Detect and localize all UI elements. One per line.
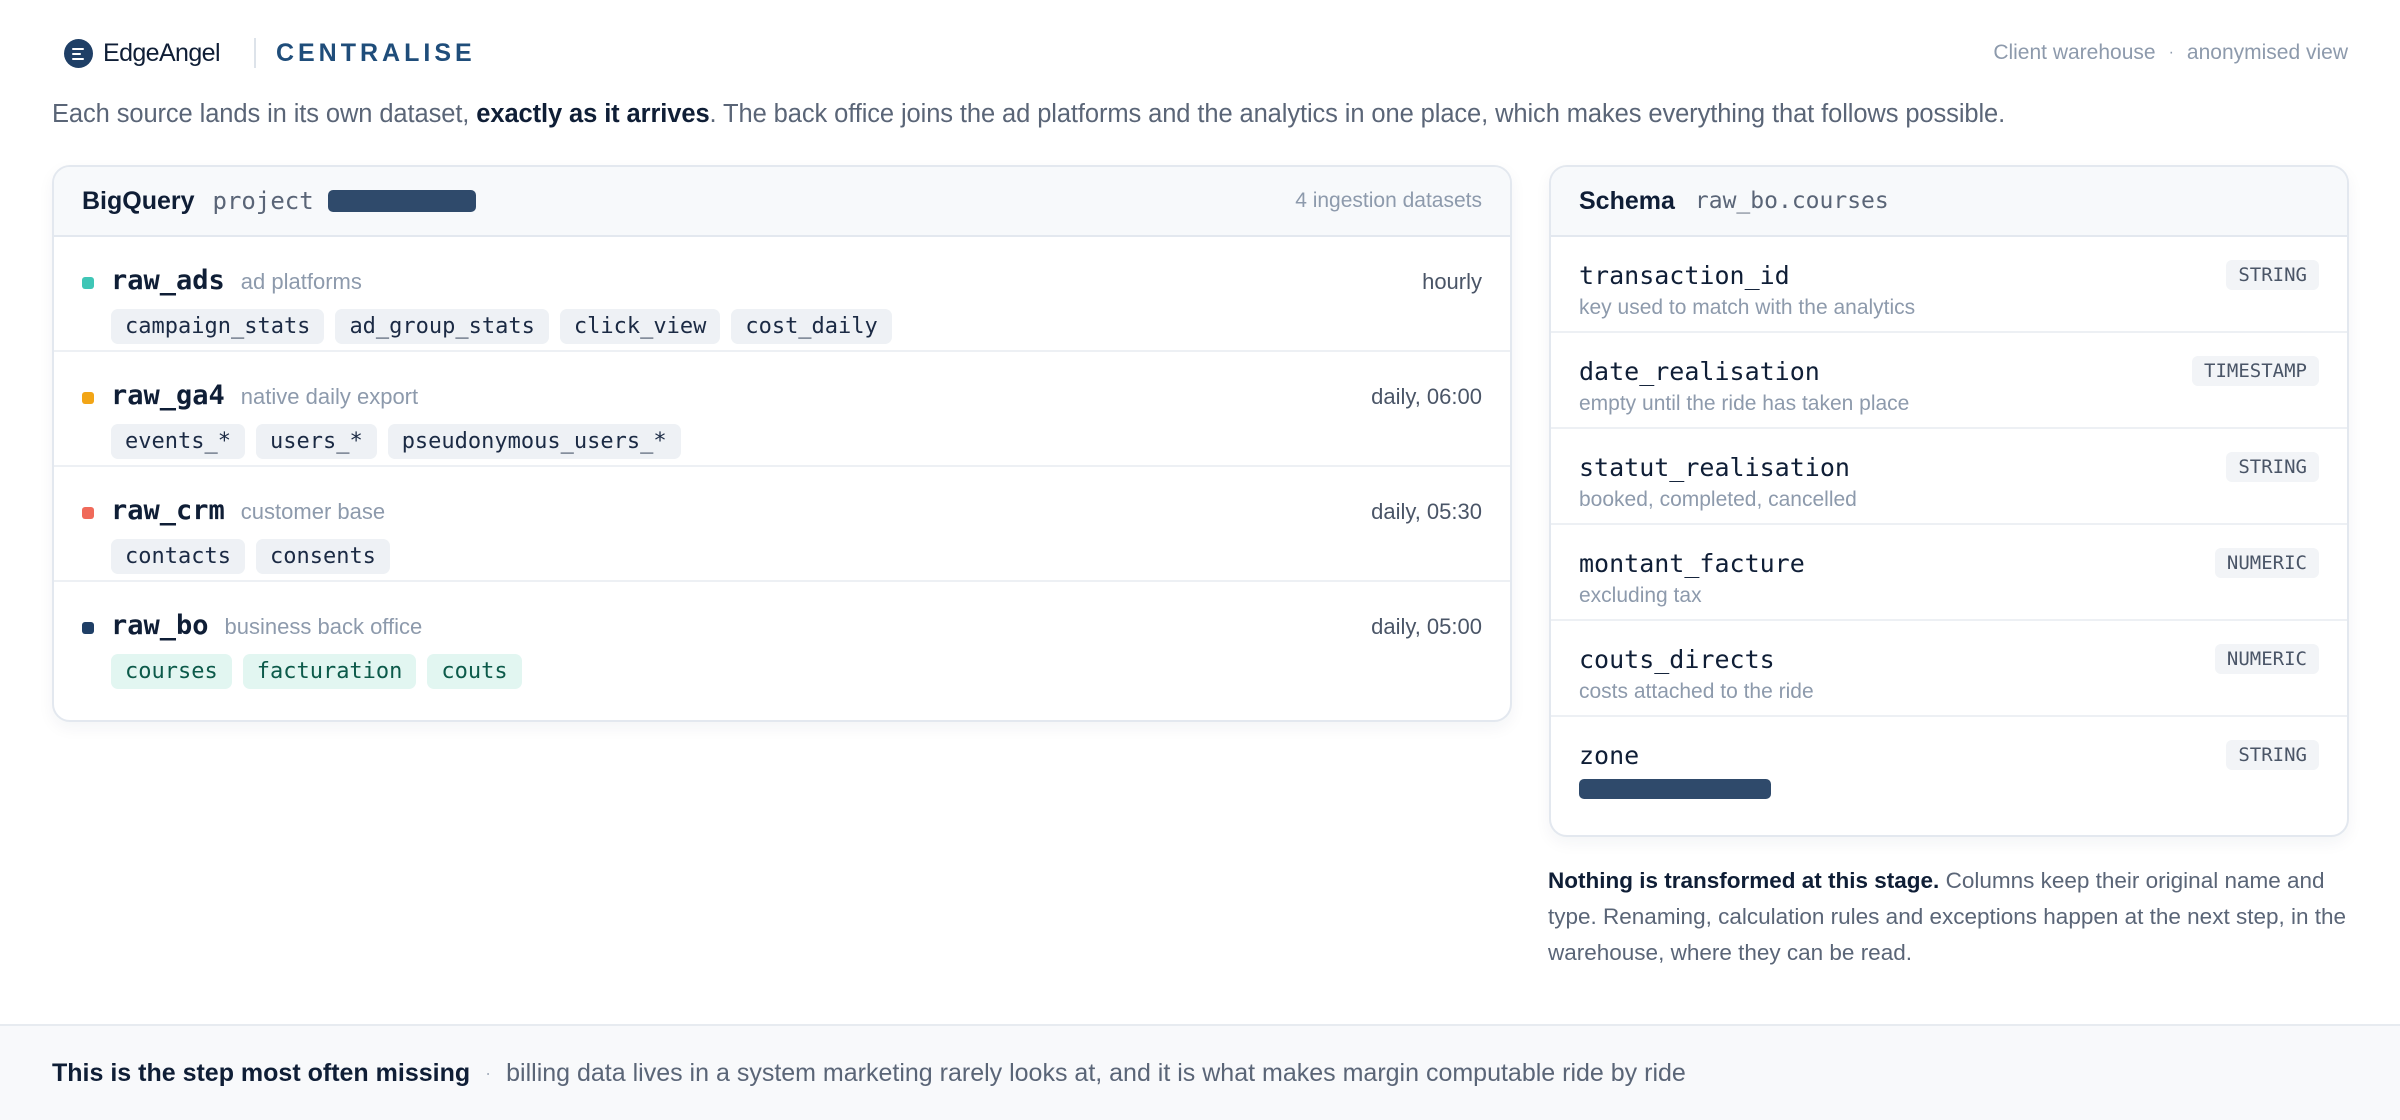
- view-label: anonymised view: [2186, 41, 2348, 64]
- dataset-name: raw_bo: [111, 610, 209, 641]
- project-id-redacted: [327, 190, 476, 212]
- table-chip[interactable]: courses: [111, 654, 232, 689]
- schema-card: Schema raw_bo.courses transaction_id STRI…: [1549, 165, 2349, 837]
- table-chip[interactable]: click_view: [559, 309, 721, 344]
- dataset-name: raw_crm: [111, 495, 225, 526]
- schema-table-path: raw_bo.courses: [1694, 188, 1889, 214]
- dataset-name: raw_ga4: [111, 380, 225, 411]
- dataset-tables: courses facturation couts: [111, 654, 1482, 689]
- column-name: couts_directs: [1579, 645, 1775, 674]
- table-chip[interactable]: events_*: [111, 424, 245, 459]
- schema-card-header: Schema raw_bo.courses: [1551, 167, 2347, 237]
- column-description: key used to match with the analytics: [1579, 296, 1916, 319]
- schema-column-row: montant_facture NUMERIC excluding tax: [1551, 525, 2347, 621]
- column-description-redacted: [1579, 779, 1771, 799]
- dataset-frequency: daily, 05:30: [1371, 499, 1482, 524]
- column-type-badge: NUMERIC: [2214, 548, 2319, 578]
- footer-banner: This is the step most often missing · bi…: [0, 1024, 2400, 1120]
- project-label: project: [212, 187, 314, 215]
- header-divider: [253, 38, 256, 68]
- column-type-badge: NUMERIC: [2214, 644, 2319, 674]
- dataset-tables: contacts consents: [111, 539, 1482, 574]
- context-label: Client warehouse: [1993, 41, 2156, 64]
- dataset-color-dot: [82, 622, 94, 634]
- intro-before: Each source lands in its own dataset,: [52, 100, 477, 128]
- schema-column-row: zone STRING: [1551, 717, 2347, 813]
- column-name: statut_realisation: [1579, 453, 1850, 482]
- column-type-badge: STRING: [2226, 740, 2319, 770]
- dataset-count: 4 ingestion datasets: [1295, 189, 1482, 212]
- column-list: transaction_id STRING key used to match wi…: [1551, 237, 2347, 813]
- dataset-description: business back office: [224, 614, 423, 639]
- dataset-row[interactable]: raw_ads ad platforms hourly campaign_stats a…: [54, 237, 1510, 352]
- dataset-name: raw_ads: [111, 265, 225, 296]
- dataset-row[interactable]: raw_ga4 native daily export daily, 06:00 ev…: [54, 352, 1510, 467]
- column-description: empty until the ride has taken place: [1579, 392, 1910, 415]
- bigquery-card-header: BigQuery project 4 ingestion datasets: [54, 167, 1510, 237]
- dataset-color-dot: [82, 507, 94, 519]
- table-chip[interactable]: couts: [427, 654, 522, 689]
- brand-logo: EdgeAngel: [64, 38, 221, 68]
- column-name: montant_facture: [1579, 549, 1805, 578]
- table-chip[interactable]: users_*: [255, 424, 377, 459]
- note-bold: Nothing is transformed at this stage.: [1548, 868, 1940, 893]
- schema-title: Schema: [1579, 186, 1675, 215]
- dataset-color-dot: [82, 392, 94, 404]
- intro-bold: exactly as it arrives: [476, 100, 710, 128]
- footer-text: billing data lives in a system marketing…: [506, 1058, 1686, 1087]
- dataset-tables: events_* users_* pseudonymous_users_*: [111, 424, 1482, 459]
- column-description: booked, completed, cancelled: [1579, 488, 1857, 511]
- bigquery-title: BigQuery: [82, 186, 195, 215]
- dataset-description: ad platforms: [240, 269, 362, 294]
- dataset-tables: campaign_stats ad_group_stats click_view co…: [111, 309, 1482, 344]
- table-chip[interactable]: pseudonymous_users_*: [387, 424, 681, 459]
- schema-column-row: statut_realisation STRING booked, complete…: [1551, 429, 2347, 525]
- footer-separator: ·: [485, 1062, 492, 1083]
- intro-after: . The back office joins the ad platforms…: [709, 100, 2006, 128]
- context-separator: ·: [2168, 44, 2174, 61]
- intro-text: Each source lands in its own dataset, ex…: [52, 100, 2005, 129]
- product-name: CENTRALISE: [275, 38, 476, 67]
- table-chip[interactable]: campaign_stats: [111, 309, 325, 344]
- table-chip[interactable]: facturation: [242, 654, 417, 689]
- column-name: zone: [1579, 741, 1640, 770]
- table-chip[interactable]: cost_daily: [731, 309, 892, 344]
- footer-bold: This is the step most often missing: [52, 1058, 471, 1087]
- dataset-header: raw_bo business back office daily, 05:00: [111, 610, 1482, 641]
- page-header: EdgeAngel CENTRALISE Client warehouse · …: [64, 34, 2348, 72]
- dataset-header: raw_ga4 native daily export daily, 06:00: [111, 380, 1482, 411]
- table-chip[interactable]: consents: [255, 539, 390, 574]
- dataset-row[interactable]: raw_bo business back office daily, 05:00 co…: [54, 582, 1510, 697]
- dataset-frequency: daily, 05:00: [1371, 614, 1482, 639]
- dataset-color-dot: [82, 277, 94, 289]
- column-name: transaction_id: [1579, 261, 1790, 290]
- column-description: excluding tax: [1579, 584, 1702, 607]
- dataset-row[interactable]: raw_crm customer base daily, 05:30 contacts…: [54, 467, 1510, 582]
- dataset-header: raw_crm customer base daily, 05:30: [111, 495, 1482, 526]
- schema-column-row: date_realisation TIMESTAMP empty until the…: [1551, 333, 2347, 429]
- table-chip[interactable]: ad_group_stats: [335, 309, 549, 344]
- brand-name: EdgeAngel: [103, 38, 221, 67]
- edgeangel-logo-icon: [64, 38, 93, 68]
- header-context: Client warehouse · anonymised view: [1993, 41, 2348, 65]
- column-description: costs attached to the ride: [1579, 680, 1814, 703]
- column-type-badge: TIMESTAMP: [2192, 356, 2319, 386]
- dataset-description: native daily export: [240, 384, 419, 409]
- column-type-badge: STRING: [2226, 260, 2319, 290]
- column-type-badge: STRING: [2226, 452, 2319, 482]
- schema-column-row: transaction_id STRING key used to match wi…: [1551, 237, 2347, 333]
- dataset-description: customer base: [240, 499, 386, 524]
- bigquery-card: BigQuery project 4 ingestion datasets ra…: [52, 165, 1512, 722]
- dataset-frequency: daily, 06:00: [1371, 384, 1482, 409]
- dataset-frequency: hourly: [1422, 269, 1482, 294]
- schema-column-row: couts_directs NUMERIC costs attached to th…: [1551, 621, 2347, 717]
- transformation-note: Nothing is transformed at this stage. Co…: [1548, 863, 2348, 971]
- table-chip[interactable]: contacts: [111, 539, 245, 574]
- dataset-list: raw_ads ad platforms hourly campaign_stats a…: [54, 237, 1510, 697]
- dataset-header: raw_ads ad platforms hourly: [111, 265, 1482, 296]
